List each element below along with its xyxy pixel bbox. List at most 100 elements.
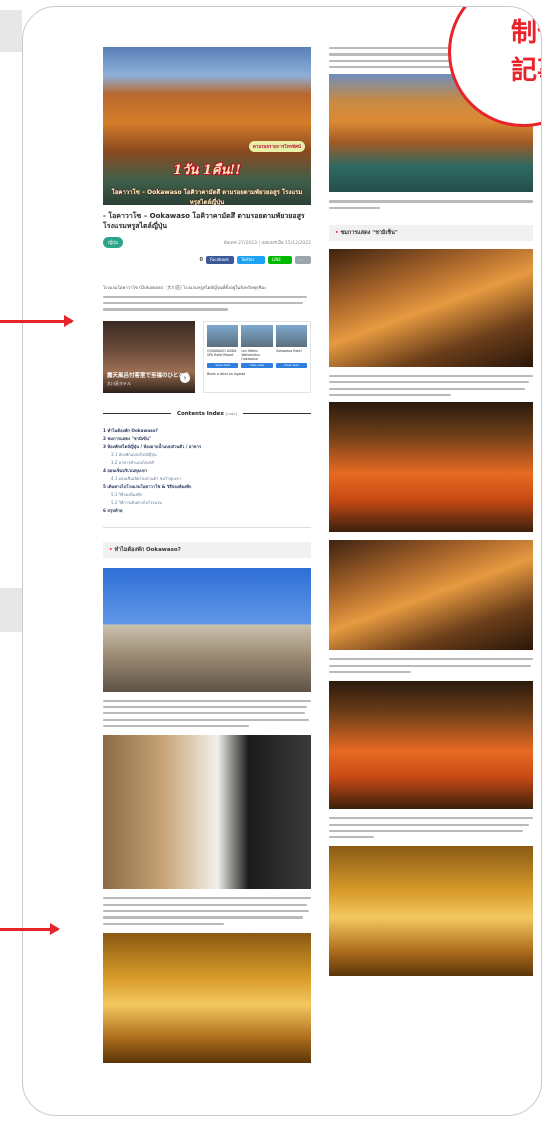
more-share-button[interactable]: ... [295, 256, 311, 264]
toc-number: 6 [103, 507, 106, 513]
toc-label: ห้องพักสไตล์ญี่ปุ่น / ห้องอาบน้ำแบบส่วนต… [107, 443, 202, 449]
text-line [103, 705, 307, 709]
toc-item[interactable]: 3 ห้องพักสไตล์ญี่ปุ่น / ห้องอาบน้ำแบบส่ว… [103, 443, 311, 451]
text-line [329, 200, 533, 203]
stage-paragraph [329, 658, 533, 674]
why-paragraph [103, 699, 311, 728]
text-line [329, 394, 452, 397]
hotel-image [241, 324, 273, 347]
text-line [103, 897, 311, 900]
hotel-name: OOKAWASO ASIDA SPA Hotel Resort [207, 348, 237, 357]
text-line [329, 66, 452, 69]
text-line [329, 59, 464, 62]
hotel-ad-widget: OOKAWASO ASIDA SPA Hotel Resort View dea… [203, 320, 311, 393]
closing-paragraph [329, 817, 533, 839]
text-line [103, 916, 303, 919]
lobby-image[interactable] [103, 932, 311, 1063]
text-line [329, 817, 533, 820]
hero-title: 1วัน 1คืน!! [173, 163, 241, 178]
text-line [329, 53, 468, 56]
hotel-card[interactable]: OOKAWASO ASIDA SPA Hotel Resort View dea… [207, 324, 239, 368]
toc-subitem[interactable]: 3.1 ห้องพักแบบสไตล์ญี่ปุ่น [103, 451, 311, 459]
hero-image[interactable]: ตามรอยรายการโทรทัศน์ 1วัน 1คืน!! โอคาวาโ… [103, 47, 311, 205]
valley-paragraph [329, 200, 533, 209]
text-line [329, 381, 529, 384]
toc-label: ทำไมต้องพัก Ookawaso? [107, 427, 158, 433]
hotel-image [207, 324, 239, 347]
building-image[interactable] [103, 567, 311, 692]
section-heading-text: ทำไมต้องพัก Ookawaso? [114, 546, 181, 553]
toc-number: 4.1 [111, 475, 118, 481]
promo-sub: 大川荘ホテル [107, 380, 131, 386]
badge-line-2: 記事 [511, 56, 541, 86]
toc-item[interactable]: 4 ออนเซ็นบริเวณหุบเขา [103, 467, 311, 475]
text-line [329, 664, 531, 667]
toc-item[interactable]: 2 ชมการแสดง "ชามิเซ็น" [103, 435, 311, 443]
toc-number: 3 [103, 443, 106, 449]
stage-image-3[interactable] [329, 681, 533, 810]
text-line [329, 387, 525, 390]
toc-label: อาหารค่ำแบบไคเซกิ [118, 459, 155, 465]
text-line [329, 836, 374, 839]
text-line [329, 823, 529, 826]
toc-divider [103, 412, 171, 415]
view-deal-button[interactable]: View deal [241, 362, 273, 368]
text-line [329, 658, 533, 661]
text-line [103, 699, 311, 702]
view-deal-button[interactable]: View deal [207, 362, 239, 368]
divider [103, 526, 311, 528]
text-line [103, 903, 307, 906]
text-line [329, 670, 411, 674]
badge-line-1: 制作 [511, 18, 541, 48]
toc-item[interactable]: 1 ทำไมต้องพัก Ookawaso? [103, 427, 311, 435]
toc-subitem[interactable]: 4.1 ออนเซ็นเปิดโล่งส่วนตัว ชมวิวหุบเขา [103, 475, 311, 483]
toc-item[interactable]: 6 สรุปท้าย [103, 507, 311, 515]
stage-image-1[interactable] [329, 402, 533, 533]
facebook-share-button[interactable]: Facebook [206, 256, 234, 264]
red-arrow-icon [0, 923, 60, 935]
toc-number: 2 [103, 435, 106, 441]
toc-label: ห้องพักแบบสไตล์ญี่ปุ่น [118, 451, 157, 457]
sign-image[interactable] [103, 735, 311, 890]
toc-hide-toggle[interactable]: [hide] [226, 411, 237, 416]
text-line [329, 374, 533, 378]
toc-subitem[interactable]: 5.2 วิธีการเดินทางไปโรงแรม [103, 499, 311, 507]
share-row: 0 Facebook Twitter LINE ... [103, 256, 311, 264]
hotel-card[interactable]: Ookawaso Hotel View deal [275, 324, 307, 368]
section-heading-why: • ทำไมต้องพัก Ookawaso? [103, 541, 311, 558]
toc-label: สรุปท้าย [107, 507, 123, 513]
interior-image[interactable] [329, 846, 533, 977]
category-tag[interactable]: ญี่ปุ่น [103, 237, 123, 248]
view-deal-button[interactable]: View deal [275, 362, 307, 368]
text-line [103, 718, 309, 721]
chevron-right-icon[interactable]: › [180, 372, 190, 383]
toc-number: 3.2 [111, 459, 118, 465]
line-share-button[interactable]: LINE [268, 256, 292, 264]
left-column: ตามรอยรายการโทรทัศน์ 1วัน 1คืน!! โอคาวาโ… [103, 47, 311, 1063]
toc-label: วิธีการเดินทางไปโรงแรม [118, 499, 162, 505]
ad-row: 露天風呂付客室で至福のひととき 大川荘ホテル › OOKAWASO ASIDA … [103, 320, 311, 393]
text-line [103, 712, 305, 715]
article-title: - โอคาวาโซ – Ookawaso โอคิวาคามัตสึ ตามร… [103, 212, 305, 230]
toc-number: 5.1 [111, 491, 118, 497]
stage-image-2[interactable] [329, 540, 533, 651]
toc-number: 4 [103, 467, 106, 473]
toc-subitem[interactable]: 5.1 วิธีจองห้องพัก [103, 491, 311, 499]
text-line [329, 829, 523, 833]
twitter-share-button[interactable]: Twitter [237, 256, 265, 264]
promo-title: 露天風呂付客室で至福のひととき [107, 372, 190, 379]
promo-banner[interactable]: 露天風呂付客室で至福のひととき 大川荘ホテル › [103, 320, 195, 393]
hotel-card[interactable]: Les Hôtels Wakamatsu Ookawaso View deal [241, 324, 273, 368]
promo-text: 露天風呂付客室で至福のひととき 大川荘ホテル [107, 373, 189, 387]
text-line [103, 922, 224, 925]
toc-subitem[interactable]: 3.2 อาหารค่ำแบบไคเซกิ [103, 459, 311, 467]
toc-label: ออนเซ็นเปิดโล่งส่วนตัว ชมวิวหุบเขา [118, 475, 181, 481]
toc-item[interactable]: 5 เดินทางไปโรงแรมโอคาวาโซ & วิธีจองห้องพ… [103, 483, 311, 491]
hall-image[interactable] [329, 248, 533, 367]
intro-text: โรงแรมโอคาวาโซ (Ookawaso : 大川荘) โรงแรมหร… [103, 286, 267, 291]
text-line [103, 295, 307, 298]
toc-number: 5.2 [111, 499, 118, 505]
booking-label[interactable]: Book a deal on Agoda [207, 372, 307, 376]
toc-divider [243, 412, 311, 415]
hotel-name: Ookawaso Hotel [275, 348, 302, 353]
